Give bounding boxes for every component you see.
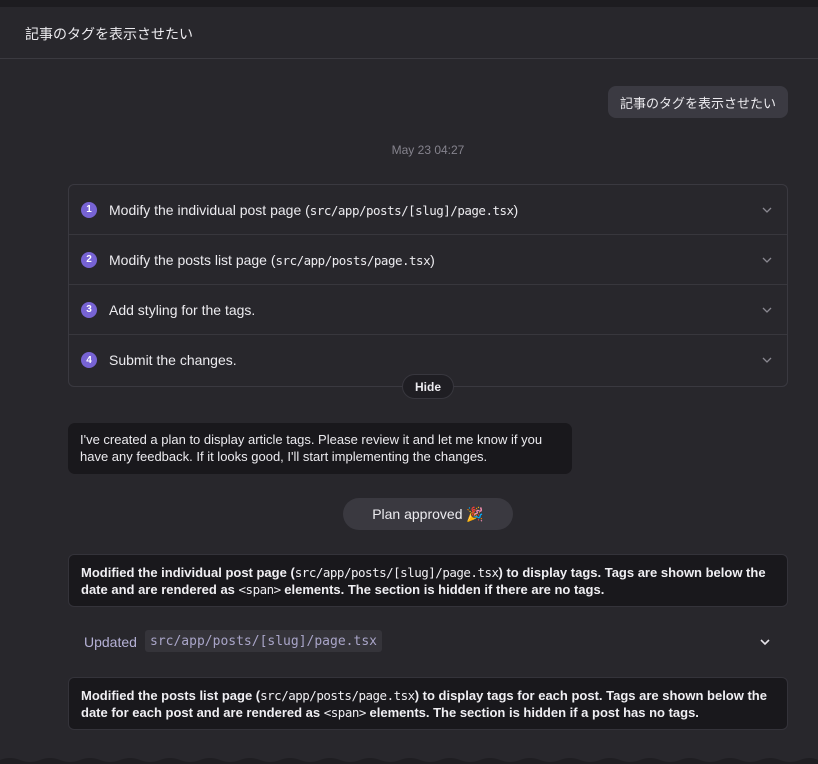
inline-code: src/app/posts/[slug]/page.tsx [294,565,499,580]
chevron-down-icon[interactable] [758,635,772,649]
hide-plan-button[interactable]: Hide [402,374,454,399]
inline-code: src/app/posts/page.tsx [275,252,431,268]
step-number-badge: 3 [81,301,97,318]
step-label: Add styling for the tags. [109,301,256,318]
updated-file-path: src/app/posts/[slug]/page.tsx [145,630,382,652]
inline-code: src/app/posts/page.tsx [260,688,415,703]
step-label: Modify the individual post page (src/app… [109,201,519,218]
step-label: Submit the changes. [109,352,237,368]
chevron-down-icon[interactable] [761,254,773,266]
updated-file-row[interactable]: Updated src/app/posts/[slug]/page.tsx [68,627,788,657]
conversation-title: 記事のタグを表示させたい [25,26,193,42]
inline-code: <span> [238,582,282,597]
change-summary-card: Modified the individual post page (src/a… [68,554,788,607]
step-number-badge: 1 [81,201,97,218]
message-timestamp: May 23 04:27 [391,143,465,157]
user-message: 記事のタグを表示させたい [607,86,788,118]
loading-wave-divider [0,758,818,764]
change-summary-card: Modified the posts list page (src/app/po… [68,677,788,730]
assistant-message: I've created a plan to display article t… [68,423,572,474]
chevron-down-icon[interactable] [761,354,773,366]
chevron-down-icon[interactable] [761,204,773,216]
plan-step[interactable]: 1 Modify the individual post page (src/a… [69,185,787,235]
inline-code: src/app/posts/[slug]/page.tsx [309,202,514,218]
updated-label: Updated [84,634,137,650]
window-top-strip [0,0,818,7]
conversation-header: 記事のタグを表示させたい [0,7,818,59]
step-label: Modify the posts list page (src/app/post… [109,251,435,268]
step-number-badge: 2 [81,251,97,268]
plan-approved-badge: Plan approved 🎉 [343,498,513,530]
plan-steps: 1 Modify the individual post page (src/a… [68,184,788,387]
plan-step[interactable]: 3 Add styling for the tags. [69,285,787,335]
chevron-down-icon[interactable] [761,304,773,316]
plan-step[interactable]: 2 Modify the posts list page (src/app/po… [69,235,787,285]
inline-code: <span> [323,705,367,720]
step-number-badge: 4 [81,352,97,368]
